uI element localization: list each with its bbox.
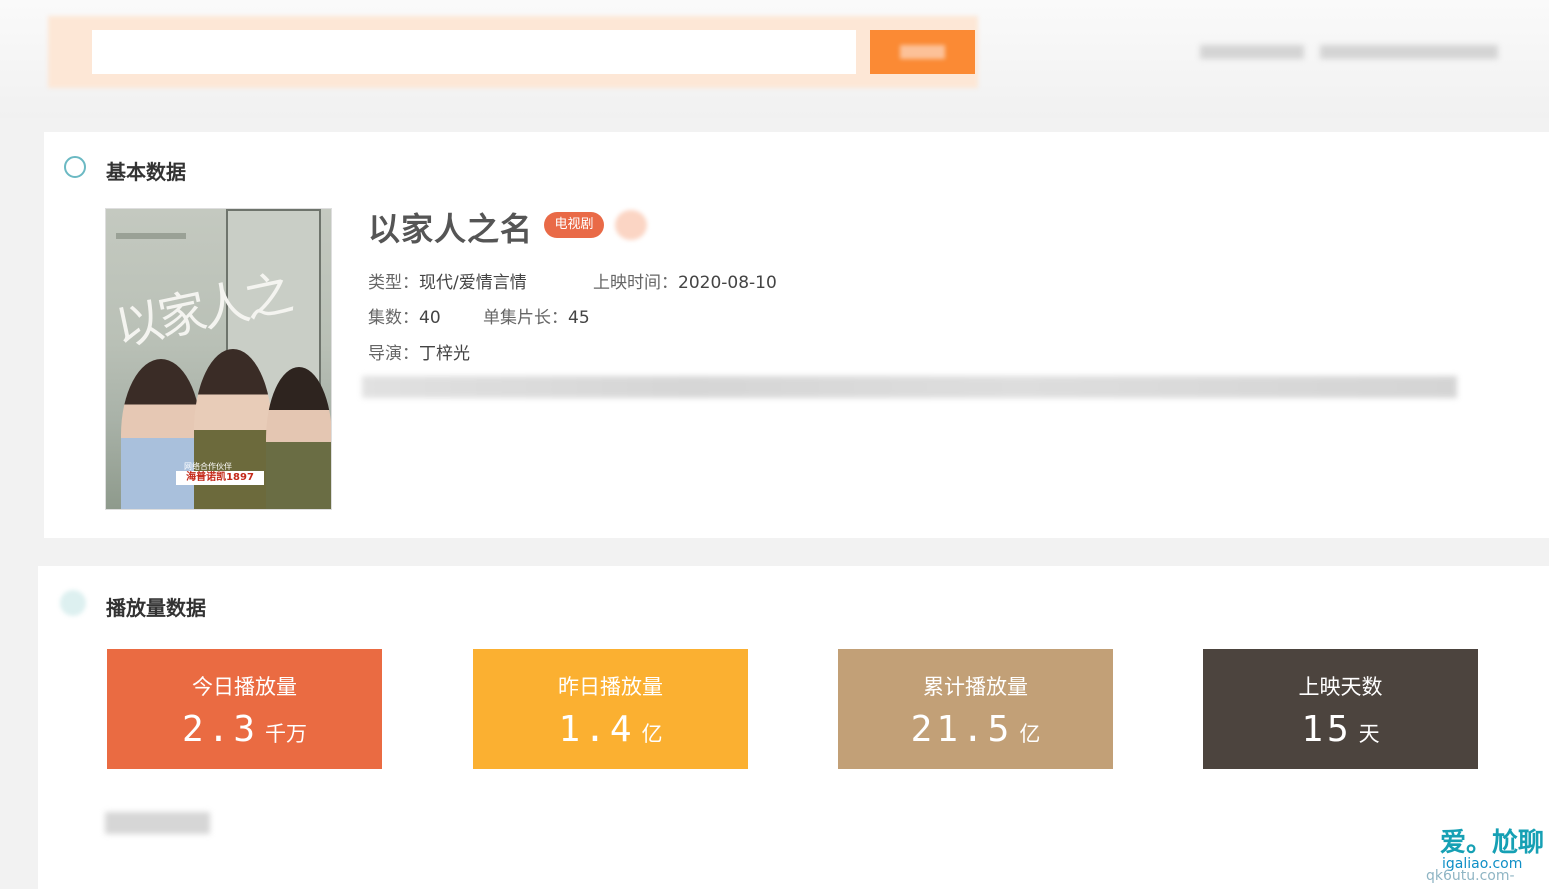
section-title-basic: 基本数据	[106, 160, 186, 184]
drama-title: 以家人之名	[368, 210, 534, 248]
stat-unit: 天	[1358, 722, 1380, 746]
stat-value-row: 15 天	[1203, 709, 1478, 750]
stat-value: 21.5	[910, 709, 1014, 750]
poster-person	[194, 349, 272, 509]
circle-icon	[64, 156, 86, 178]
stat-label: 昨日播放量	[558, 675, 663, 699]
top-link-blurred[interactable]	[1200, 45, 1304, 59]
footer-text-blurred	[105, 812, 210, 834]
search-input[interactable]	[92, 30, 856, 74]
poster-person	[266, 367, 331, 509]
poster-shelf	[116, 233, 186, 239]
stat-value: 2.3	[181, 709, 260, 750]
stat-label: 今日播放量	[192, 675, 297, 699]
genre-value: 现代/爱情言情	[419, 273, 527, 293]
release-label: 上映时间：	[593, 273, 678, 293]
info-director-row: 导演：丁梓光	[368, 339, 470, 364]
stat-unit: 亿	[641, 722, 663, 746]
search-button-label-blurred	[900, 45, 945, 59]
stat-value-row: 2.3 千万	[107, 709, 382, 750]
section-title-play: 播放量数据	[106, 596, 206, 620]
stat-value-row: 21.5 亿	[838, 709, 1113, 750]
stat-yesterday: 昨日播放量 1.4 亿	[473, 649, 748, 769]
watermark-url-secondary: qk6utu.com-	[1426, 868, 1515, 884]
episodes-value: 40	[419, 308, 441, 328]
stat-label: 累计播放量	[923, 675, 1028, 699]
stat-total: 累计播放量 21.5 亿	[838, 649, 1113, 769]
length-value: 45	[568, 308, 590, 328]
stat-value-row: 1.4 亿	[473, 709, 748, 750]
info-genre-row: 类型：现代/爱情言情	[368, 268, 527, 293]
stat-unit: 千万	[265, 722, 308, 746]
director-value: 丁梓光	[419, 344, 470, 364]
watermark: 爱。尬聊 igaliao.com qk6utu.com-	[1400, 822, 1544, 884]
director-label: 导演：	[368, 344, 419, 364]
watermark-text: 爱。尬聊	[1440, 828, 1545, 858]
stat-label: 上映天数	[1298, 675, 1383, 699]
badge-blurred	[615, 210, 647, 240]
info-length-row: 单集片长：45	[483, 303, 590, 328]
episodes-label: 集数：	[368, 308, 419, 328]
description-blurred	[362, 376, 1457, 398]
info-episodes-row: 集数：40	[368, 303, 441, 328]
section-icon-blurred	[60, 590, 86, 616]
stat-days: 上映天数 15 天	[1203, 649, 1478, 769]
type-badge: 电视剧	[544, 212, 604, 238]
info-release-row: 上映时间：2020-08-10	[593, 268, 777, 293]
length-label: 单集片长：	[483, 308, 568, 328]
search-button[interactable]	[870, 30, 975, 74]
poster-sponsor-logo: 海普诺凯1897	[176, 471, 264, 485]
top-link-blurred[interactable]	[1320, 45, 1498, 59]
stat-today: 今日播放量 2.3 千万	[107, 649, 382, 769]
release-value: 2020-08-10	[678, 273, 777, 293]
stat-value: 15	[1301, 709, 1353, 750]
stat-value: 1.4	[558, 709, 636, 750]
stat-unit: 亿	[1019, 722, 1041, 746]
drama-poster: 以家人之名 网络合作伙伴 海普诺凯1897	[105, 208, 332, 510]
poster-person	[121, 359, 201, 509]
genre-label: 类型：	[368, 273, 419, 293]
